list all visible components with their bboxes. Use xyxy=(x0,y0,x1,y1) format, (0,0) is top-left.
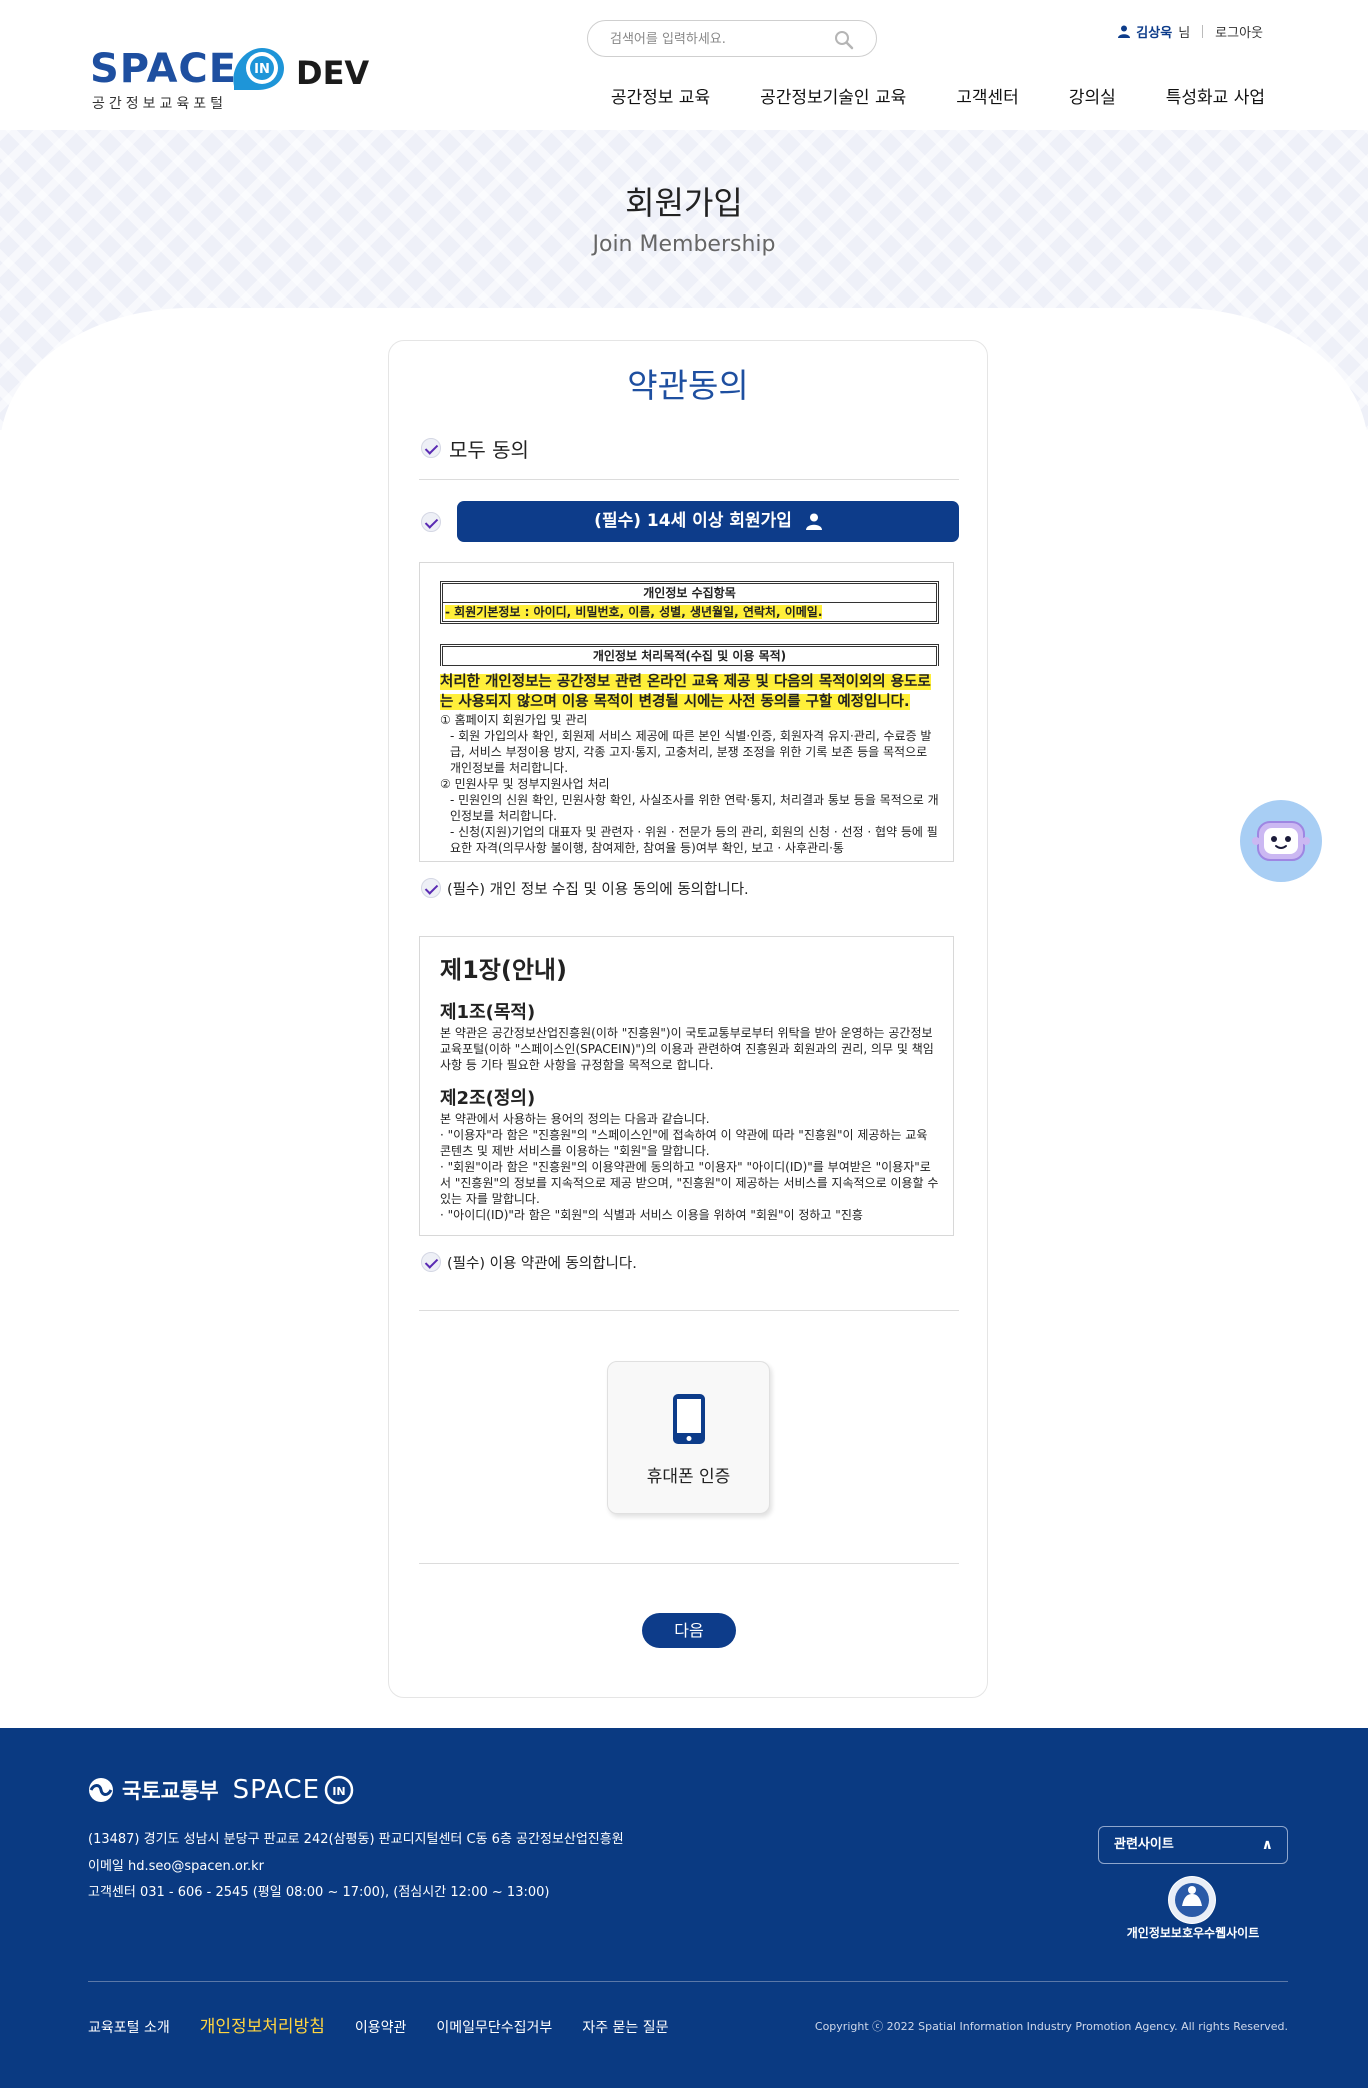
collection-items-table: 개인정보 수집항목 - 회원기본정보 : 아이디, 비밀번호, 이름, 성별, … xyxy=(440,581,939,624)
logo-in-badge-icon: IN xyxy=(233,48,284,90)
privacy-line: - 민원인의 신원 확인, 민원사항 확인, 사실조사를 위한 연락·통지, 처… xyxy=(450,793,939,823)
article-line: · "회원"이라 함은 "진흥원"의 이용약관에 동의하고 "이용자" "아이디… xyxy=(440,1160,939,1206)
nav-item-gis-education[interactable]: 공간정보 교육 xyxy=(611,83,710,108)
smartphone-icon xyxy=(673,1394,705,1444)
nav-item-customer-center[interactable]: 고객센터 xyxy=(956,83,1019,108)
privacy-agree-checkbox[interactable] xyxy=(421,878,441,898)
privacy-line: ① 홈페이지 회원가입 및 관리 xyxy=(440,713,588,727)
nav-item-specialized-school[interactable]: 특성화교 사업 xyxy=(1166,83,1265,108)
footer-address: (13487) 경기도 성남시 분당구 판교로 242(삼평동) 판교디지털센터… xyxy=(88,1832,624,1847)
footer-link-about[interactable]: 교육포털 소개 xyxy=(88,2017,170,2037)
footer-in-badge-icon: IN xyxy=(324,1775,354,1805)
article-title: 제2조(정의) xyxy=(440,1088,536,1109)
nav-item-technician-education[interactable]: 공간정보기술인 교육 xyxy=(760,83,906,108)
logo-subtitle: 공간정보교육포털 xyxy=(92,96,228,112)
logo-dev-text: DEV xyxy=(296,54,370,92)
purpose-table: 개인정보 처리목적(수집 및 이용 목적) xyxy=(440,644,939,666)
search-icon[interactable] xyxy=(834,30,854,50)
ministry-emblem-icon xyxy=(89,1778,113,1802)
footer-link-terms[interactable]: 이용약관 xyxy=(355,2017,407,2037)
user-name: 김상욱 xyxy=(1136,26,1173,41)
divider xyxy=(419,479,959,480)
terms-card: 약관동의 모두 동의 (필수) 14세 이상 회원가입 개인정보 수집항목 - … xyxy=(388,340,988,1698)
search-box xyxy=(587,20,877,57)
privacy-highlight: 처리한 개인정보는 공간정보 관련 온라인 교육 제공 및 다음의 목적이외의 … xyxy=(440,674,931,710)
privacy-agree-label[interactable]: (필수) 개인 정보 수집 및 이용 동의에 동의합니다. xyxy=(447,878,749,899)
footer-space-text: SPACE xyxy=(232,1775,321,1805)
privacy-line: ② 민원사무 및 정부지원사업 처리 xyxy=(440,777,610,791)
table-header: 개인정보 수집항목 xyxy=(443,584,936,603)
article-line: 본 약관에서 사용하는 용어의 정의는 다음과 같습니다. xyxy=(440,1112,710,1126)
robot-icon xyxy=(1243,803,1319,879)
phone-auth-button[interactable]: 휴대폰 인증 xyxy=(607,1361,770,1514)
page-title: 회원가입 xyxy=(625,184,743,222)
terms-chapter: 제1장(안내) xyxy=(440,956,567,984)
service-terms-box[interactable]: 제1장(안내) 제1조(목적) 본 약관은 공간정보산업진흥원(이하 "진흥원"… xyxy=(419,936,954,1236)
svg-text:IN: IN xyxy=(332,1785,345,1798)
logo-space-text: SPACE xyxy=(90,46,238,92)
nav-item-classroom[interactable]: 강의실 xyxy=(1069,83,1116,108)
related-sites-dropdown[interactable]: 관련사이트 ∧ xyxy=(1098,1826,1288,1864)
terms-agree-checkbox[interactable] xyxy=(421,1252,441,1272)
footer-logo: 국토교통부 SPACE IN xyxy=(88,1770,354,1810)
page-subtitle: Join Membership xyxy=(592,232,776,257)
footer: 국토교통부 SPACE IN (13487) 경기도 성남시 분당구 판교로 2… xyxy=(0,1728,1368,2088)
footer-email: 이메일 hd.seo@spacen.or.kr xyxy=(88,1859,264,1874)
user-suffix: 님 xyxy=(1178,26,1191,41)
article-title: 제1조(목적) xyxy=(440,1002,536,1023)
privacy-line: - 신청(지원)기업의 대표자 및 관련자 · 위원 · 전문가 등의 관리, … xyxy=(450,825,938,855)
agree-all-checkbox[interactable] xyxy=(421,438,441,458)
phone-auth-label: 휴대폰 인증 xyxy=(646,1467,731,1487)
next-button[interactable]: 다음 xyxy=(642,1613,736,1648)
join-checkbox[interactable] xyxy=(421,512,441,532)
footer-link-faq[interactable]: 자주 묻는 질문 xyxy=(582,2017,668,2037)
user-area: 김상욱 님 로그아웃 xyxy=(1118,22,1263,41)
divider xyxy=(1202,25,1204,38)
user-icon xyxy=(805,513,822,530)
chatbot-button[interactable] xyxy=(1240,800,1322,882)
article-line: · "아이디(ID)"라 함은 "회원"의 식별과 서비스 이용을 위하여 "회… xyxy=(440,1208,863,1222)
join-button-label: (필수) 14세 이상 회원가입 xyxy=(594,511,792,531)
copyright: Copyright ⓒ 2022 Spatial Information Ind… xyxy=(814,2020,1288,2033)
article-body: 본 약관은 공간정보산업진흥원(이하 "진흥원")이 국토교통부로부터 위탁을 … xyxy=(440,1026,934,1072)
svg-text:IN: IN xyxy=(254,62,270,77)
footer-link-privacy-policy[interactable]: 개인정보처리방침 xyxy=(200,2012,325,2037)
logout-link[interactable]: 로그아웃 xyxy=(1215,22,1263,41)
table-header: 개인정보 처리목적(수집 및 이용 목적) xyxy=(443,647,936,666)
join-14-plus-button[interactable]: (필수) 14세 이상 회원가입 xyxy=(457,501,959,542)
footer-contact: 고객센터 031 - 606 - 2545 (평일 08:00 ~ 17:00)… xyxy=(88,1885,550,1900)
site-logo[interactable]: SPACE IN DEV 공간정보교육포털 xyxy=(90,46,390,116)
privacy-certification-icon[interactable] xyxy=(1168,1876,1216,1924)
privacy-site-label[interactable]: 개인정보보호우수웹사이트 xyxy=(1100,1924,1286,1941)
divider xyxy=(419,1563,959,1564)
ministry-name: 국토교통부 xyxy=(122,1779,219,1803)
terms-agree-label[interactable]: (필수) 이용 약관에 동의합니다. xyxy=(447,1252,637,1273)
chevron-up-icon: ∧ xyxy=(1261,1837,1273,1853)
divider xyxy=(88,1981,1288,1982)
header: SPACE IN DEV 공간정보교육포털 김상욱 님 로그아웃 공간정보 교육… xyxy=(0,0,1368,130)
related-sites-label: 관련사이트 xyxy=(1114,1837,1174,1852)
footer-link-no-email-collection[interactable]: 이메일무단수집거부 xyxy=(436,2017,552,2037)
divider xyxy=(419,1310,959,1311)
footer-nav: 교육포털 소개 개인정보처리방침 이용약관 이메일무단수집거부 자주 묻는 질문 xyxy=(88,2012,669,2037)
article-line: · "이용자"라 함은 "진흥원"의 "스페이스인"에 접속하여 이 약관에 따… xyxy=(440,1128,928,1158)
user-icon xyxy=(1118,25,1131,38)
agree-all-label[interactable]: 모두 동의 xyxy=(449,434,529,463)
table-cell: - 회원기본정보 : 아이디, 비밀번호, 이름, 성별, 생년월일, 연락처,… xyxy=(445,605,823,619)
search-input[interactable] xyxy=(610,29,830,49)
card-title: 약관동의 xyxy=(627,366,749,405)
privacy-line: - 회원 가입의사 확인, 회원제 서비스 제공에 따른 본인 식별·인증, 회… xyxy=(450,729,932,775)
main-nav: 공간정보 교육 공간정보기술인 교육 고객센터 강의실 특성화교 사업 xyxy=(611,83,1265,108)
privacy-terms-box[interactable]: 개인정보 수집항목 - 회원기본정보 : 아이디, 비밀번호, 이름, 성별, … xyxy=(419,562,954,862)
